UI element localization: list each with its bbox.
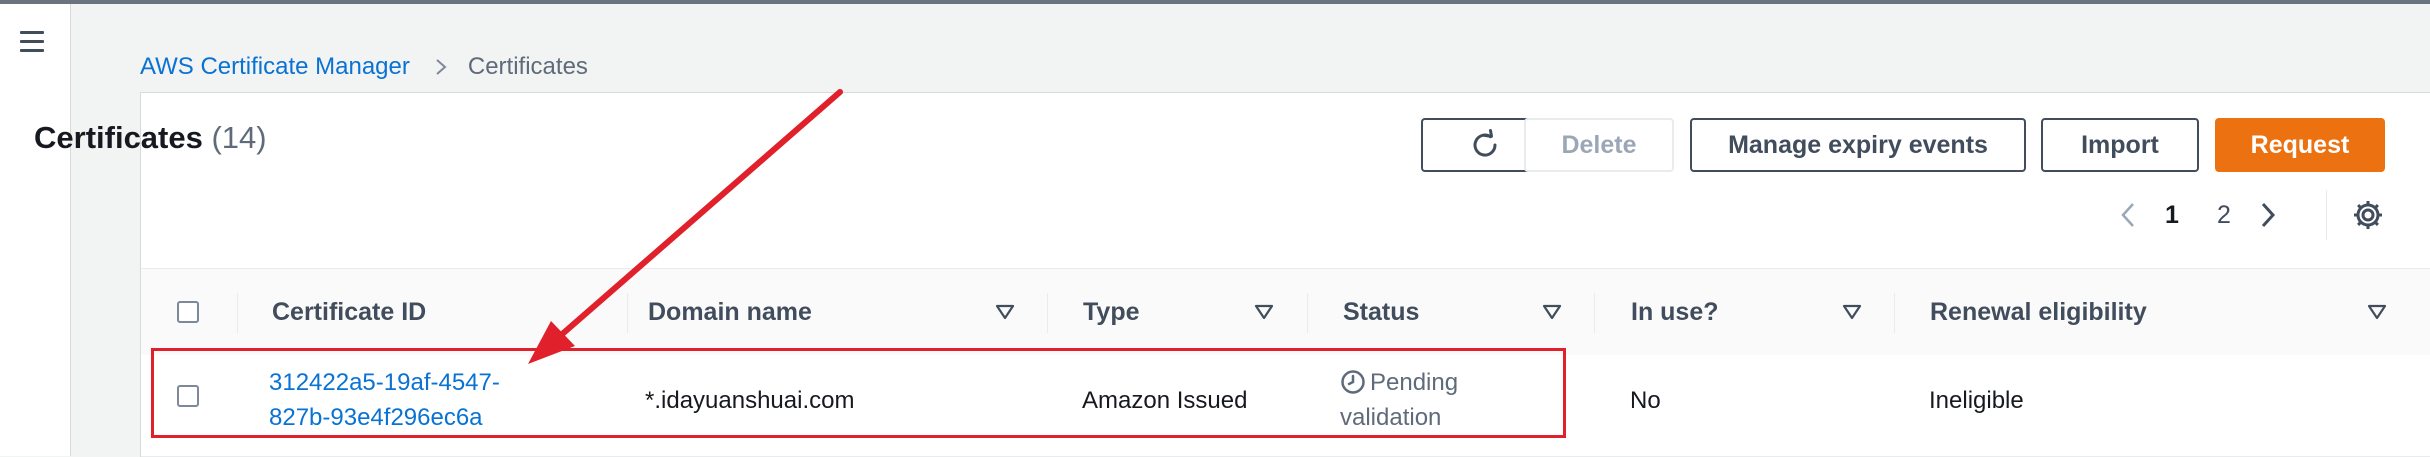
delete-button[interactable]: Delete: [1524, 118, 1674, 172]
certificate-id-line1: 312422a5-19af-4547-: [269, 369, 500, 396]
sort-caret-icon[interactable]: [1253, 301, 1275, 323]
column-header-in-use[interactable]: In use?: [1631, 269, 1719, 355]
page-title: Certificates (14): [34, 120, 267, 156]
page-title-text: Certificates: [34, 120, 203, 155]
gear-icon[interactable]: [2350, 197, 2386, 233]
table-row[interactable]: 312422a5-19af-4547- 827b-93e4f296ec6a *.…: [141, 355, 2430, 457]
column-header-domain-name[interactable]: Domain name: [648, 269, 812, 355]
pagination: 1 2: [2110, 195, 2286, 235]
next-page-button[interactable]: [2250, 195, 2286, 235]
import-button[interactable]: Import: [2041, 118, 2199, 172]
breadcrumb: AWS Certificate Manager Certificates: [140, 50, 588, 84]
column-divider: [1894, 293, 1895, 333]
row-select-checkbox[interactable]: [177, 385, 199, 407]
pagination-divider: [2326, 190, 2327, 240]
in-use-cell: No: [1630, 387, 1661, 414]
manage-expiry-events-button[interactable]: Manage expiry events: [1690, 118, 2026, 172]
chevron-left-icon: [2121, 203, 2134, 227]
table-header: Certificate ID Domain name Type Status I…: [141, 268, 2430, 356]
column-header-certificate-id[interactable]: Certificate ID: [272, 269, 426, 355]
sort-caret-icon[interactable]: [1541, 301, 1563, 323]
page-2-button[interactable]: 2: [2198, 201, 2250, 230]
previous-page-button[interactable]: [2110, 195, 2146, 235]
hamburger-menu-icon[interactable]: [18, 26, 50, 58]
refresh-icon: [1473, 129, 1497, 157]
top-border: [0, 0, 2430, 4]
certificate-count: (14): [211, 120, 267, 155]
column-header-renewal-eligibility[interactable]: Renewal eligibility: [1930, 269, 2147, 355]
column-header-status[interactable]: Status: [1343, 269, 1419, 355]
column-divider: [627, 293, 628, 333]
type-cell: Amazon Issued: [1082, 387, 1248, 414]
domain-name-cell: *.idayuanshuai.com: [645, 387, 855, 414]
column-divider: [1594, 293, 1595, 333]
sort-caret-icon[interactable]: [2366, 301, 2388, 323]
select-all-checkbox[interactable]: [177, 301, 199, 323]
column-divider: [1047, 293, 1048, 333]
chevron-right-icon: [2261, 202, 2276, 228]
chevron-right-icon: [436, 59, 447, 75]
status-text-line1: Pending: [1370, 369, 1459, 396]
sort-caret-icon[interactable]: [1841, 301, 1863, 323]
certificate-id-link[interactable]: 312422a5-19af-4547- 827b-93e4f296ec6a: [269, 369, 500, 431]
request-button[interactable]: Request: [2215, 118, 2385, 172]
column-divider: [237, 293, 238, 333]
column-divider: [1307, 293, 1308, 333]
breadcrumb-certificates: Certificates: [467, 53, 588, 80]
renewal-eligibility-cell: Ineligible: [1929, 387, 2024, 414]
column-header-type[interactable]: Type: [1083, 269, 1140, 355]
status-cell: Pending validation: [1340, 365, 1458, 435]
status-text-line2: validation: [1340, 404, 1442, 431]
clock-icon: [1341, 370, 1365, 394]
certificate-id-cell: 312422a5-19af-4547- 827b-93e4f296ec6a: [269, 365, 500, 435]
sort-caret-icon[interactable]: [994, 301, 1016, 323]
certificate-id-line2: 827b-93e4f296ec6a: [269, 404, 483, 431]
breadcrumb-aws-certificate-manager[interactable]: AWS Certificate Manager: [140, 53, 410, 81]
side-navigation-rail: [0, 4, 71, 456]
page-1-button[interactable]: 1: [2146, 201, 2198, 230]
